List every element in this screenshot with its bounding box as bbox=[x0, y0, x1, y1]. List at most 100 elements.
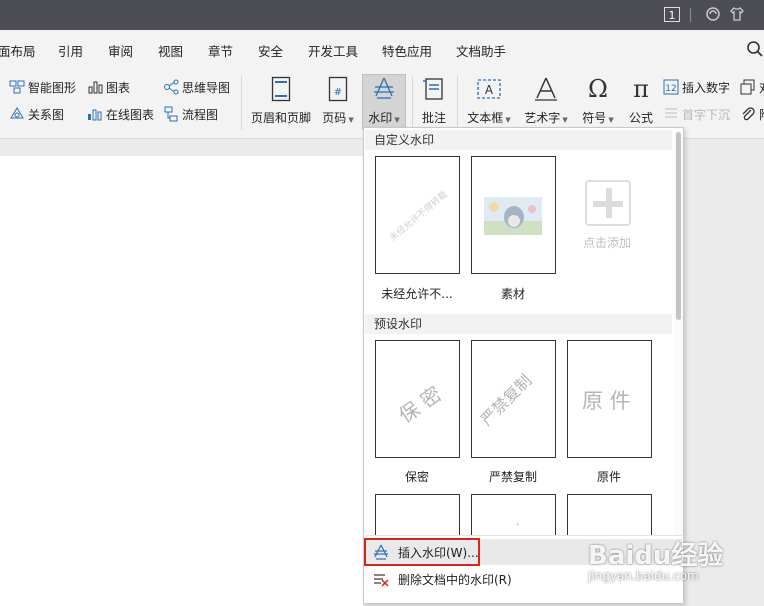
image-preview-icon bbox=[484, 197, 542, 235]
svg-text:12: 12 bbox=[665, 84, 676, 94]
menu-developer[interactable]: 开发工具 bbox=[308, 41, 358, 60]
mind-map-button[interactable]: 思维导图 bbox=[163, 77, 230, 97]
window-count-badge[interactable]: 1 bbox=[664, 7, 680, 22]
online-chart-icon bbox=[88, 109, 102, 121]
mind-map-icon bbox=[164, 79, 179, 95]
smart-graphic-label: 智能图形 bbox=[28, 80, 77, 95]
flowchart-label: 流程图 bbox=[182, 107, 219, 122]
add-watermark-button[interactable]: 点击添加 bbox=[574, 180, 640, 252]
ribbon-cut-label-1: 对 bbox=[759, 79, 764, 96]
preset-watermark-thumb-6[interactable] bbox=[567, 494, 652, 540]
shirt-icon[interactable] bbox=[729, 6, 745, 22]
insert-number-label: 插入数字 bbox=[682, 80, 731, 95]
ribbon-separator bbox=[457, 76, 458, 130]
drop-cap-button[interactable]: 首字下沉 bbox=[663, 104, 730, 124]
watermark-preview-text: 原 件 bbox=[582, 389, 631, 413]
formula-button[interactable]: π 公式 bbox=[624, 74, 658, 128]
preset-watermark-thumb-4[interactable] bbox=[375, 494, 460, 540]
online-chart-button[interactable]: 在线图表 bbox=[87, 104, 154, 124]
comment-icon bbox=[423, 78, 443, 100]
preset-watermark-header: 预设水印 bbox=[365, 314, 672, 334]
chart-button[interactable]: 图表 bbox=[87, 77, 130, 97]
search-icon[interactable] bbox=[746, 40, 764, 58]
smart-graphic-button[interactable]: 智能图形 bbox=[9, 77, 76, 97]
pi-icon: π bbox=[633, 75, 649, 103]
remove-watermark-label: 删除文档中的水印(R) bbox=[398, 572, 512, 587]
header-footer-label: 页眉和页脚 bbox=[250, 111, 311, 125]
symbol-label: 符号 bbox=[582, 111, 607, 125]
document-page[interactable] bbox=[0, 156, 363, 606]
drop-cap-icon bbox=[665, 108, 677, 118]
preset-watermark-label-no-copy: 严禁复制 bbox=[488, 470, 537, 484]
preset-watermark-thumb-original[interactable]: 原 件 bbox=[567, 340, 652, 458]
relation-graph-label: 关系图 bbox=[28, 107, 65, 122]
watermark-dropdown: 自定义水印 未经允许不得转载 未经允许不... 素材 点击添加 预设水印 保 密… bbox=[363, 127, 684, 604]
header-footer-button[interactable]: 页眉和页脚 bbox=[250, 74, 312, 128]
relation-graph-button[interactable]: 关系图 bbox=[9, 104, 64, 124]
comment-button[interactable]: 批注 bbox=[418, 74, 450, 128]
preset-watermark-thumb-no-copy[interactable]: 严禁复制 bbox=[471, 340, 556, 458]
ribbon-item-cut-top[interactable]: 对 bbox=[740, 77, 764, 97]
bar-chart-icon bbox=[88, 81, 103, 94]
watermark-preview-text: 未经允许不得转载 bbox=[388, 189, 450, 244]
baidu-url-text: jingyan.baidu.com bbox=[588, 569, 699, 583]
dropdown-scrollbar-thumb[interactable] bbox=[676, 132, 681, 320]
watermark-preview-text: 严禁复制 bbox=[476, 370, 536, 430]
ribbon-separator bbox=[412, 76, 413, 130]
preset-watermark-label-original: 原件 bbox=[596, 470, 621, 484]
paperclip-icon bbox=[742, 107, 755, 121]
relation-graph-icon bbox=[10, 107, 24, 119]
wordart-icon bbox=[535, 77, 557, 101]
flowchart-button[interactable]: 流程图 bbox=[163, 104, 218, 124]
menu-page-layout[interactable]: 面布局 bbox=[0, 41, 36, 60]
menu-section[interactable]: 章节 bbox=[208, 41, 233, 60]
page-number-label: 页码 bbox=[322, 111, 347, 125]
chevron-down-icon: ▼ bbox=[348, 116, 354, 124]
baidu-brand-text: Baidu经验 bbox=[588, 541, 724, 571]
baidu-jingyan-watermark: Baidu经验 jingyan.baidu.com bbox=[588, 535, 764, 589]
skin-icon[interactable] bbox=[705, 6, 721, 22]
custom-watermark-thumb-2[interactable] bbox=[471, 156, 556, 274]
watermark-preview-fragment: · bbox=[511, 517, 526, 533]
ribbon-cut-label-2: 附 bbox=[759, 106, 764, 123]
formula-label: 公式 bbox=[628, 111, 653, 125]
textbox-icon: A bbox=[477, 79, 501, 99]
flowchart-icon bbox=[164, 106, 178, 122]
insert-watermark-highlight-box bbox=[364, 538, 480, 566]
menu-view[interactable]: 视图 bbox=[158, 41, 183, 60]
title-bar: 1 bbox=[0, 0, 764, 30]
insert-number-button[interactable]: 12 插入数字 bbox=[663, 77, 730, 97]
custom-watermark-label-2: 素材 bbox=[500, 287, 525, 301]
watermark-preview-text: 保 密 bbox=[394, 381, 446, 428]
textbox-label: 文本框 bbox=[467, 111, 504, 125]
watermark-icon bbox=[374, 77, 394, 99]
watermark-label: 水印 bbox=[368, 111, 393, 125]
menu-special-apps[interactable]: 特色应用 bbox=[382, 41, 432, 60]
online-chart-label: 在线图表 bbox=[106, 107, 155, 122]
titlebar-divider bbox=[690, 8, 691, 22]
menu-doc-assistant[interactable]: 文档助手 bbox=[456, 41, 506, 60]
smart-graphic-icon bbox=[9, 80, 25, 94]
watermark-button[interactable]: 水印 ▼ bbox=[362, 74, 406, 128]
chevron-down-icon: ▼ bbox=[608, 116, 614, 124]
insert-number-icon: 12 bbox=[663, 79, 679, 95]
symbol-button[interactable]: Ω 符号 ▼ bbox=[580, 74, 616, 128]
comment-label: 批注 bbox=[421, 111, 446, 125]
ribbon-item-cut-bottom[interactable]: 附 bbox=[740, 104, 764, 124]
custom-watermark-thumb-1[interactable]: 未经允许不得转载 bbox=[375, 156, 460, 274]
menu-review[interactable]: 审阅 bbox=[108, 41, 133, 60]
remove-watermark-icon bbox=[374, 574, 389, 587]
textbox-button[interactable]: A 文本框 ▼ bbox=[464, 74, 514, 128]
preset-watermark-thumb-5[interactable]: · bbox=[471, 494, 556, 540]
plus-icon bbox=[585, 180, 631, 226]
wordart-button[interactable]: 艺术字 ▼ bbox=[522, 74, 570, 128]
mind-map-label: 思维导图 bbox=[182, 80, 231, 95]
menu-references[interactable]: 引用 bbox=[58, 41, 83, 60]
object-icon bbox=[740, 79, 755, 95]
menu-security[interactable]: 安全 bbox=[258, 41, 283, 60]
wordart-label: 艺术字 bbox=[524, 111, 561, 125]
preset-watermark-thumb-confidential[interactable]: 保 密 bbox=[375, 340, 460, 458]
drop-cap-label: 首字下沉 bbox=[682, 107, 731, 122]
omega-icon: Ω bbox=[588, 75, 608, 103]
page-number-button[interactable]: # 页码 ▼ bbox=[320, 74, 356, 128]
